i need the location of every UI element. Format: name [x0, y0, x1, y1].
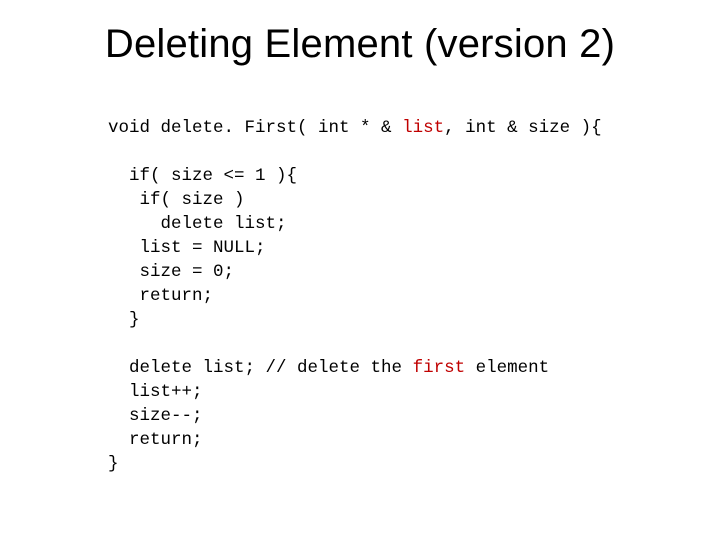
code-line-13: size--; [108, 406, 203, 426]
l11-c: element [465, 358, 549, 378]
code-line-14: return; [108, 430, 203, 450]
code-line-3: if( size <= 1 ){ [108, 166, 297, 186]
code-line-11: delete list; // delete the first element [108, 358, 549, 378]
param2-name: size [518, 118, 571, 138]
sig-end: ){ [570, 118, 602, 138]
code-line-9: } [108, 310, 140, 330]
code-line-4: if( size ) [108, 190, 245, 210]
slide-title: Deleting Element (version 2) [0, 22, 720, 67]
slide: Deleting Element (version 2) void delete… [0, 0, 720, 540]
comma: , [444, 118, 465, 138]
l11-first: first [413, 358, 466, 378]
param1-type: int * & [318, 118, 392, 138]
param2-type: int & [465, 118, 518, 138]
param1-name: list [392, 118, 445, 138]
code-line-15: } [108, 454, 119, 474]
code-line-12: list++; [108, 382, 203, 402]
code-line-1: void delete. First( int * & list, int & … [108, 118, 602, 138]
code-line-5: delete list; [108, 214, 287, 234]
kw-void: void [108, 118, 150, 138]
code-line-8: return; [108, 286, 213, 306]
fn-name: delete. First( [150, 118, 318, 138]
code-block: void delete. First( int * & list, int & … [108, 116, 602, 476]
code-line-6: list = NULL; [108, 238, 266, 258]
l11-a: delete list; // delete the [108, 358, 413, 378]
code-line-7: size = 0; [108, 262, 234, 282]
